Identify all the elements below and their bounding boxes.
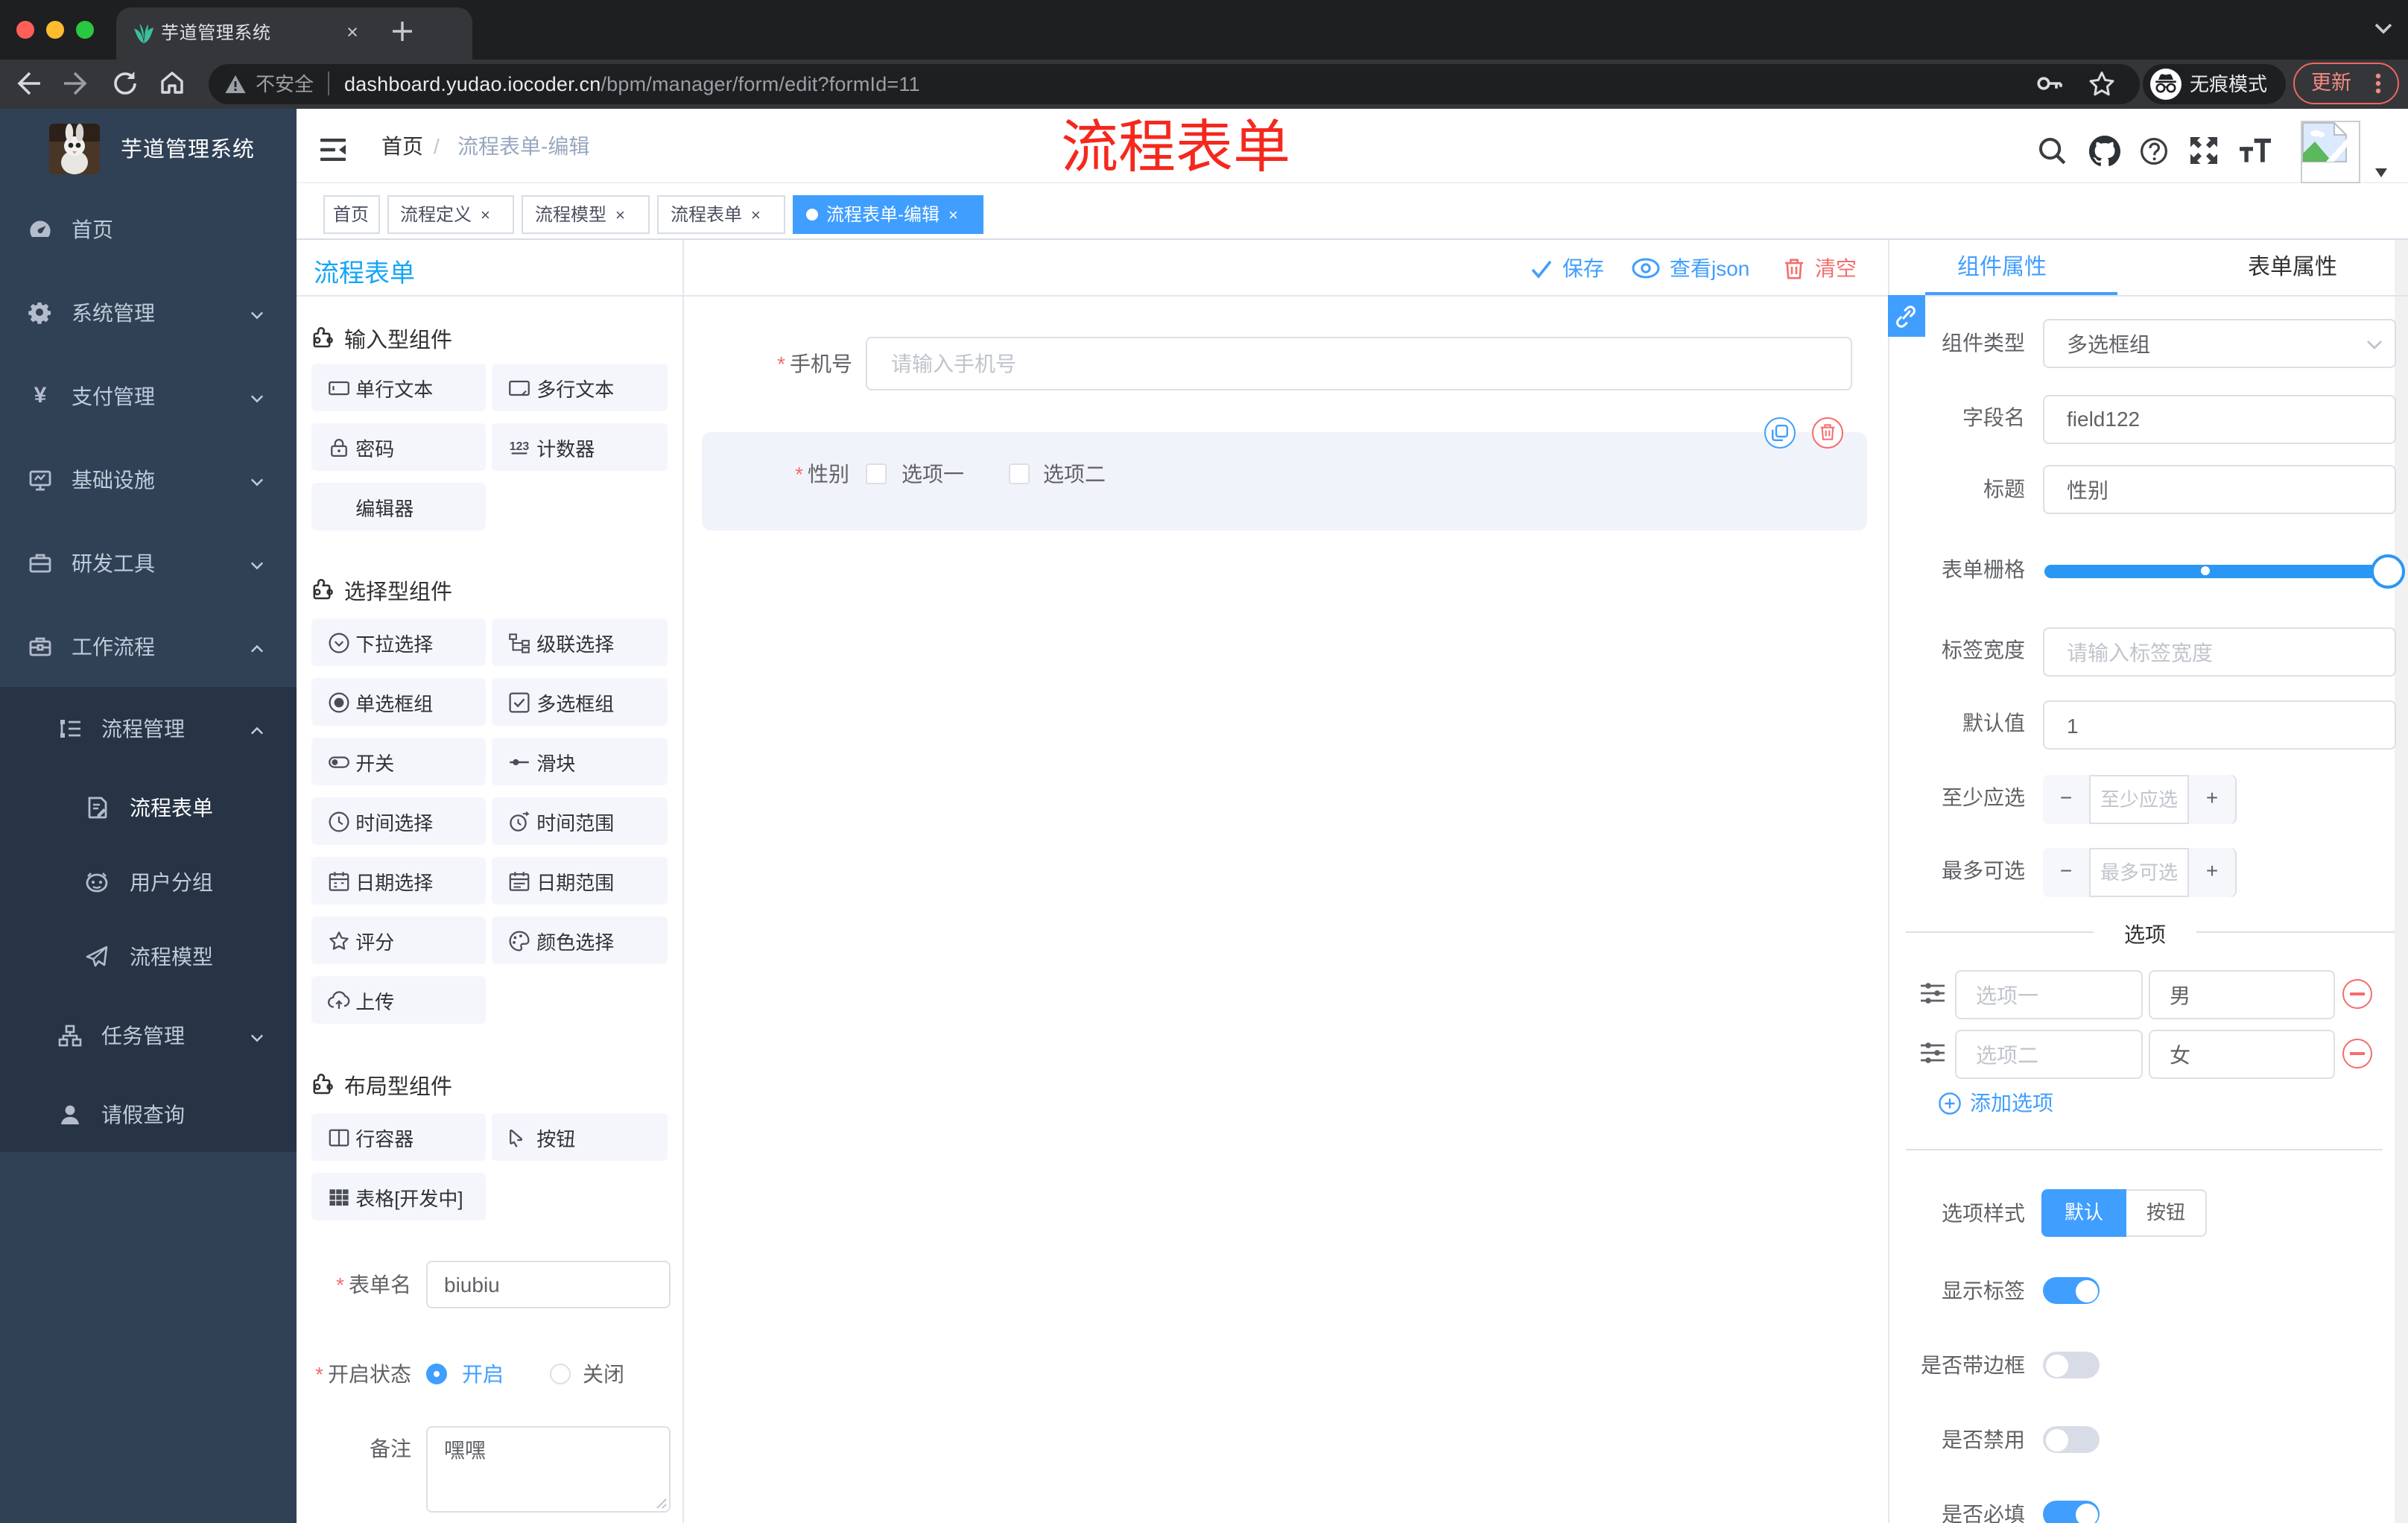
svg-text:123: 123 bbox=[510, 440, 530, 452]
